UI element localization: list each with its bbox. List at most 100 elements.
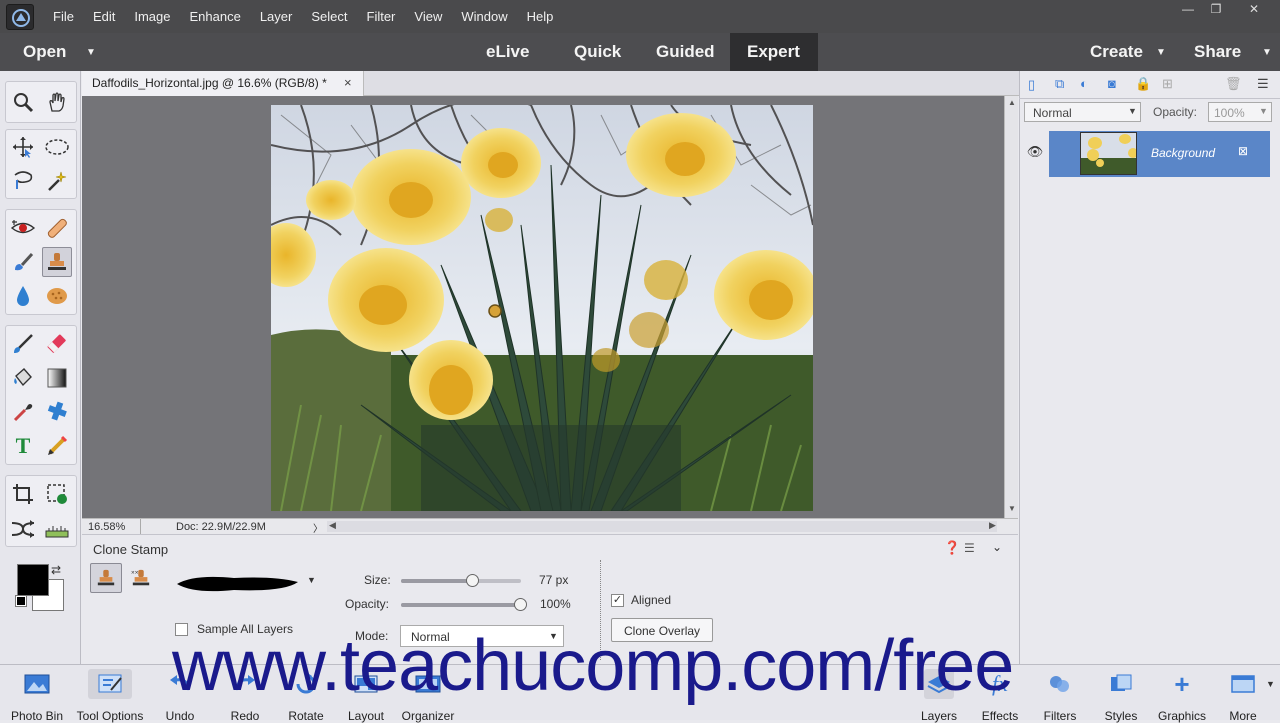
lock-all-icon[interactable]: 🔒 bbox=[1135, 76, 1151, 92]
clone-source-marker bbox=[488, 304, 502, 318]
create-button[interactable]: Create bbox=[1090, 42, 1143, 62]
adjustment-layer-icon[interactable]: ◐ bbox=[1080, 76, 1088, 91]
menu-select[interactable]: Select bbox=[311, 9, 347, 24]
gradient-tool-icon[interactable] bbox=[42, 363, 72, 393]
mode-elive[interactable]: eLive bbox=[486, 42, 529, 62]
filters-button[interactable]: Filters bbox=[1036, 669, 1084, 723]
size-value: 77 px bbox=[539, 573, 569, 587]
options-menu-icon[interactable]: ☰ bbox=[964, 541, 975, 555]
pattern-stamp-mode-button[interactable]: ×× bbox=[127, 565, 155, 593]
layer-row-background[interactable]: Background ⊠ bbox=[1049, 131, 1270, 177]
eyedropper-tool-icon[interactable] bbox=[8, 397, 38, 427]
brush-picker-dropdown-icon[interactable]: ▼ bbox=[307, 575, 316, 585]
lock-transparency-icon[interactable]: ⊞ bbox=[1162, 76, 1173, 92]
clone-stamp-mode-button[interactable] bbox=[90, 563, 122, 593]
menu-image[interactable]: Image bbox=[134, 9, 170, 24]
canvas-horizontal-scrollbar[interactable]: ◀ ▶ bbox=[327, 520, 997, 532]
recompose-tool-icon[interactable] bbox=[42, 479, 72, 509]
tool-options-button[interactable]: Tool Options bbox=[72, 669, 148, 723]
zoom-level[interactable]: 16.58% bbox=[88, 521, 125, 533]
paint-bucket-tool-icon[interactable] bbox=[8, 363, 38, 393]
menu-layer[interactable]: Layer bbox=[260, 9, 293, 24]
daffodils-image[interactable] bbox=[271, 105, 813, 511]
open-button[interactable]: Open bbox=[23, 42, 66, 62]
aligned-checkbox[interactable]: ✓ bbox=[611, 594, 624, 607]
enhance-tools-group bbox=[5, 209, 77, 315]
mode-guided[interactable]: Guided bbox=[656, 42, 715, 62]
create-dropdown-icon[interactable]: ▼ bbox=[1156, 47, 1166, 58]
move-tool-icon[interactable] bbox=[8, 132, 38, 162]
zoom-tool-icon[interactable] bbox=[8, 87, 38, 117]
clone-stamp-tool-icon[interactable] bbox=[42, 247, 72, 277]
default-colors-icon[interactable] bbox=[15, 595, 27, 607]
new-group-icon[interactable]: ⧉ bbox=[1055, 76, 1064, 92]
layer-mask-icon[interactable]: ◙ bbox=[1108, 76, 1116, 91]
brush-preset-picker[interactable] bbox=[174, 570, 300, 598]
red-eye-tool-icon[interactable] bbox=[8, 213, 38, 243]
more-dropdown-icon[interactable]: ▼ bbox=[1266, 679, 1275, 689]
opacity-slider-handle[interactable] bbox=[514, 598, 527, 611]
styles-button[interactable]: Styles bbox=[1097, 669, 1145, 723]
lasso-tool-icon[interactable] bbox=[8, 166, 38, 196]
share-button[interactable]: Share bbox=[1194, 42, 1241, 62]
more-button[interactable]: More bbox=[1220, 669, 1266, 723]
menu-filter[interactable]: Filter bbox=[367, 9, 396, 24]
healing-brush-tool-icon[interactable] bbox=[42, 213, 72, 243]
status-menu-arrow-icon[interactable]: 〉 bbox=[313, 520, 323, 535]
new-layer-icon[interactable]: ▯ bbox=[1028, 77, 1035, 93]
swap-colors-icon[interactable]: ⇄ bbox=[51, 563, 61, 577]
mode-quick[interactable]: Quick bbox=[574, 42, 621, 62]
mode-expert[interactable]: Expert bbox=[730, 33, 818, 71]
more-label: More bbox=[1229, 709, 1257, 723]
collapse-options-icon[interactable]: ⌄ bbox=[992, 540, 1002, 554]
crop-tool-icon[interactable] bbox=[8, 479, 38, 509]
menu-view[interactable]: View bbox=[414, 9, 442, 24]
restore-button[interactable]: ❐ bbox=[1202, 0, 1230, 20]
panel-menu-icon[interactable]: ☰ bbox=[1257, 76, 1269, 92]
blend-mode-select[interactable]: Normal ▼ bbox=[1024, 102, 1141, 122]
blur-tool-icon[interactable] bbox=[8, 281, 38, 311]
layer-visibility-icon[interactable]: 👁 bbox=[1024, 131, 1046, 175]
size-slider[interactable] bbox=[401, 574, 521, 587]
menu-file[interactable]: File bbox=[53, 9, 74, 24]
menu-help[interactable]: Help bbox=[527, 9, 554, 24]
type-tool-icon[interactable]: T bbox=[8, 431, 38, 461]
custom-shape-tool-icon[interactable] bbox=[42, 397, 72, 427]
blend-mode-value: Normal bbox=[1033, 106, 1072, 120]
tool-options-title: Clone Stamp bbox=[93, 542, 169, 557]
photo-bin-button[interactable]: Photo Bin bbox=[6, 669, 68, 723]
canvas-vertical-scrollbar[interactable]: ▲ ▼ bbox=[1004, 96, 1018, 518]
marquee-tool-icon[interactable] bbox=[42, 132, 72, 162]
pencil-tool-icon[interactable] bbox=[42, 431, 72, 461]
watermark-text: www.teachucomp.com/free bbox=[172, 626, 1014, 706]
smart-brush-tool-icon[interactable] bbox=[8, 247, 38, 277]
menu-edit[interactable]: Edit bbox=[93, 9, 115, 24]
minimize-button[interactable]: — bbox=[1174, 0, 1202, 20]
magic-wand-tool-icon[interactable] bbox=[42, 166, 72, 196]
canvas-area[interactable] bbox=[82, 96, 1004, 518]
sponge-tool-icon[interactable] bbox=[42, 281, 72, 311]
menu-window[interactable]: Window bbox=[461, 9, 507, 24]
share-dropdown-icon[interactable]: ▼ bbox=[1262, 47, 1272, 58]
undo-label: Undo bbox=[165, 709, 195, 723]
menu-enhance[interactable]: Enhance bbox=[190, 9, 241, 24]
help-icon[interactable]: ❓ bbox=[944, 540, 960, 556]
close-document-button[interactable]: × bbox=[344, 75, 352, 90]
layer-opacity-field[interactable]: 100% ▼ bbox=[1208, 102, 1272, 122]
graphics-button[interactable]: + Graphics bbox=[1154, 669, 1210, 723]
delete-layer-icon[interactable]: 🗑 bbox=[1225, 76, 1242, 92]
straighten-tool-icon[interactable] bbox=[42, 514, 72, 544]
close-window-button[interactable]: ✕ bbox=[1240, 0, 1268, 20]
size-slider-handle[interactable] bbox=[466, 574, 479, 587]
layer-name[interactable]: Background bbox=[1151, 146, 1215, 160]
eraser-tool-icon[interactable] bbox=[42, 329, 72, 359]
size-label: Size: bbox=[364, 573, 391, 587]
layout-label: Layout bbox=[347, 709, 385, 723]
content-aware-move-tool-icon[interactable] bbox=[8, 514, 38, 544]
open-dropdown-icon[interactable]: ▼ bbox=[86, 47, 96, 58]
opacity-slider[interactable] bbox=[401, 598, 527, 611]
opacity-label: Opacity: bbox=[345, 597, 390, 611]
hand-tool-icon[interactable] bbox=[42, 87, 72, 117]
document-tab[interactable]: Daffodils_Horizontal.jpg @ 16.6% (RGB/8)… bbox=[82, 71, 364, 96]
brush-tool-icon[interactable] bbox=[8, 329, 38, 359]
